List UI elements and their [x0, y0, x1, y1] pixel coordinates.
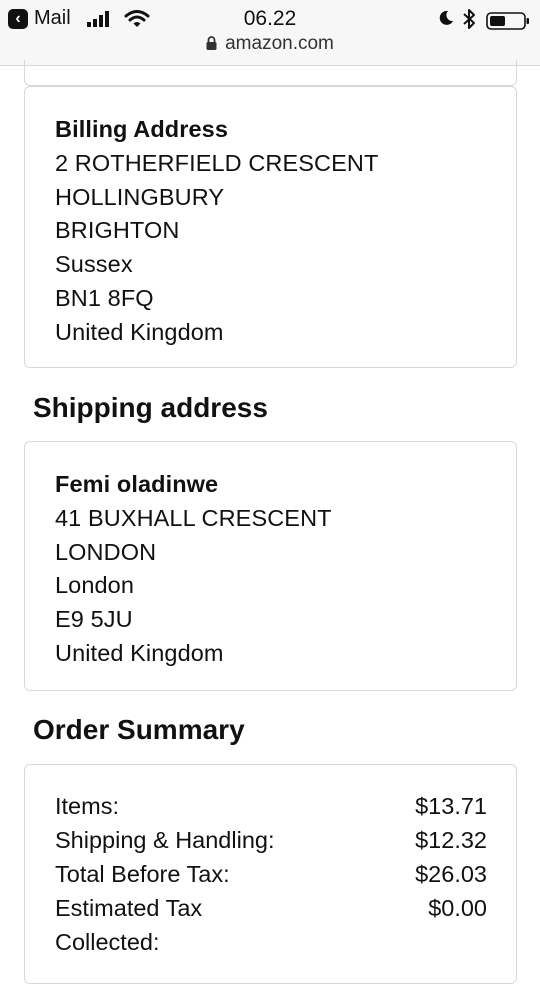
previous-card-bottom	[24, 60, 517, 86]
status-bar: ‹ Mail 06.22 amazon.com	[0, 0, 540, 66]
shipping-address-line: 41 BUXHALL CRESCENT	[55, 504, 332, 531]
summary-value: $26.03	[415, 861, 487, 887]
shipping-recipient-name: Femi oladinwe	[55, 471, 219, 497]
order-summary-rows: Items: $13.71 Shipping & Handling: $12.3…	[55, 789, 487, 959]
shipping-address-card: Femi oladinwe 41 BUXHALL CRESCENT LONDON…	[24, 441, 517, 691]
billing-address-line: BRIGHTON	[55, 217, 180, 244]
billing-address-line: Sussex	[55, 251, 133, 278]
billing-address-card: Billing Address 2 ROTHERFIELD CRESCENT H…	[24, 86, 517, 368]
status-time: 06.22	[243, 7, 297, 30]
summary-label: Items:	[55, 793, 119, 819]
summary-value: $12.32	[415, 827, 487, 853]
address-bar[interactable]: amazon.com	[0, 33, 540, 55]
summary-row-estimated-tax: Estimated Tax Collected: $0.00	[55, 891, 487, 959]
shipping-address-line: United Kingdom	[55, 639, 224, 666]
shipping-address-block: Femi oladinwe 41 BUXHALL CRESCENT LONDON…	[55, 468, 332, 671]
summary-row-shipping: Shipping & Handling: $12.32	[55, 823, 487, 857]
do-not-disturb-moon-icon	[439, 10, 453, 25]
shipping-address-line: LONDON	[55, 538, 157, 565]
shipping-address-heading: Shipping address	[33, 392, 268, 423]
billing-address-line: United Kingdom	[55, 318, 224, 345]
url-text: amazon.com	[225, 33, 334, 54]
billing-address-line: 2 ROTHERFIELD CRESCENT	[55, 149, 379, 176]
order-summary-heading: Order Summary	[33, 714, 245, 745]
summary-value: $13.71	[415, 793, 487, 819]
summary-value: $0.00	[428, 895, 487, 921]
order-summary-card: Items: $13.71 Shipping & Handling: $12.3…	[24, 764, 517, 984]
billing-address-line: BN1 8FQ	[55, 284, 154, 311]
summary-label: Shipping & Handling:	[55, 827, 275, 853]
summary-row-total-before-tax: Total Before Tax: $26.03	[55, 857, 487, 891]
summary-row-items: Items: $13.71	[55, 789, 487, 823]
shipping-address-line: E9 5JU	[55, 606, 133, 633]
summary-label: Total Before Tax:	[55, 861, 230, 887]
bluetooth-icon	[463, 9, 475, 29]
billing-address-heading: Billing Address	[55, 116, 228, 142]
summary-label: Estimated Tax Collected:	[55, 895, 203, 955]
battery-icon	[486, 12, 529, 30]
shipping-address-line: London	[55, 572, 135, 599]
lock-icon	[206, 36, 217, 50]
status-row: ‹ Mail 06.22	[0, 4, 540, 32]
billing-address-block: Billing Address 2 ROTHERFIELD CRESCENT H…	[55, 113, 378, 350]
billing-address-line: HOLLINGBURY	[55, 183, 225, 210]
